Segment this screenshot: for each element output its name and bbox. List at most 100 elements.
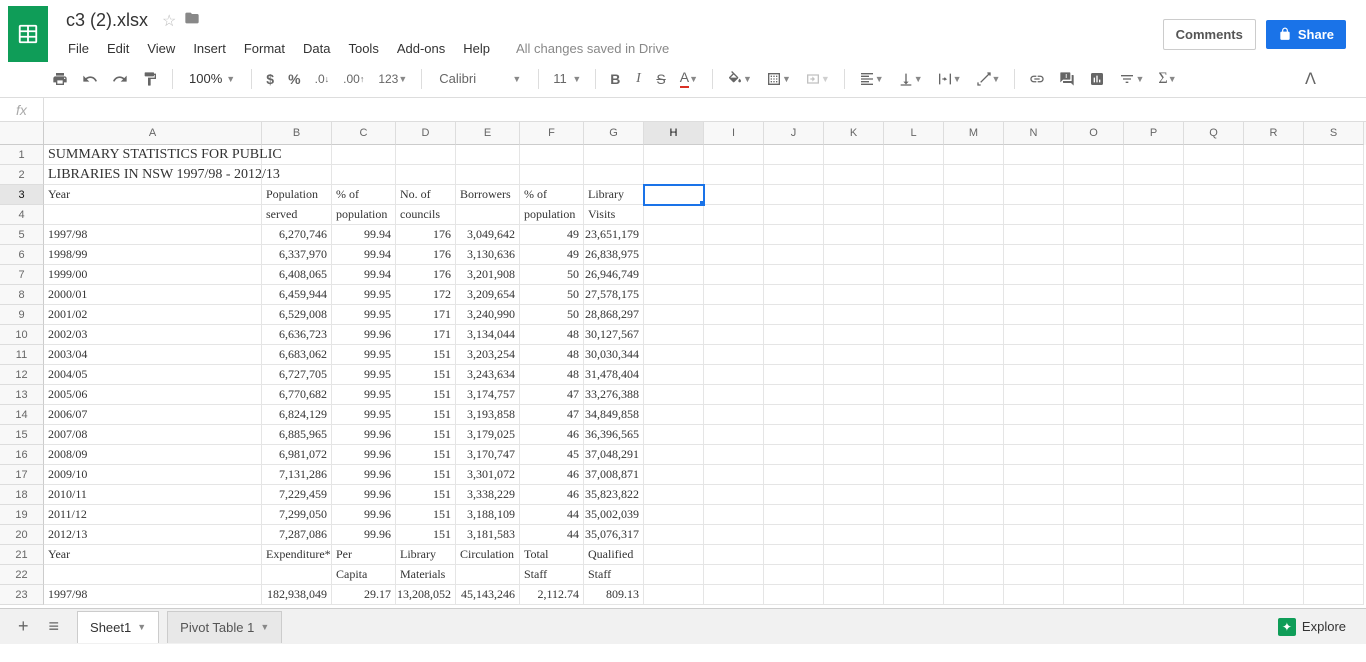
cell-Q4[interactable]	[1184, 205, 1244, 225]
cell-S10[interactable]	[1304, 325, 1364, 345]
cell-N12[interactable]	[1004, 365, 1064, 385]
cell-C16[interactable]: 99.96	[332, 445, 396, 465]
cell-G20[interactable]: 35,076,317	[584, 525, 644, 545]
cell-O3[interactable]	[1064, 185, 1124, 205]
cell-A13[interactable]: 2005/06	[44, 385, 262, 405]
row-header[interactable]: 15	[0, 425, 44, 445]
cell-H20[interactable]	[644, 525, 704, 545]
cell-B20[interactable]: 7,287,086	[262, 525, 332, 545]
cell-K10[interactable]	[824, 325, 884, 345]
cell-Q14[interactable]	[1184, 405, 1244, 425]
cell-C3[interactable]: % of	[332, 185, 396, 205]
cell-G7[interactable]: 26,946,749	[584, 265, 644, 285]
cell-F22[interactable]: Staff	[520, 565, 584, 585]
cell-N17[interactable]	[1004, 465, 1064, 485]
cell-B13[interactable]: 6,770,682	[262, 385, 332, 405]
cell-B17[interactable]: 7,131,286	[262, 465, 332, 485]
cell-A14[interactable]: 2006/07	[44, 405, 262, 425]
cell-G2[interactable]	[584, 165, 644, 185]
cell-C15[interactable]: 99.96	[332, 425, 396, 445]
cell-G21[interactable]: Qualified	[584, 545, 644, 565]
cell-G3[interactable]: Library	[584, 185, 644, 205]
cell-K12[interactable]	[824, 365, 884, 385]
vertical-align-icon[interactable]: ▼	[892, 66, 929, 92]
cell-F3[interactable]: % of	[520, 185, 584, 205]
insert-comment-icon[interactable]	[1053, 66, 1081, 92]
cell-S8[interactable]	[1304, 285, 1364, 305]
cell-C23[interactable]: 29.17	[332, 585, 396, 605]
cell-R18[interactable]	[1244, 485, 1304, 505]
cell-N5[interactable]	[1004, 225, 1064, 245]
cell-Q15[interactable]	[1184, 425, 1244, 445]
cell-O18[interactable]	[1064, 485, 1124, 505]
cell-R9[interactable]	[1244, 305, 1304, 325]
row-header[interactable]: 1	[0, 145, 44, 165]
cell-G11[interactable]: 30,030,344	[584, 345, 644, 365]
cell-N10[interactable]	[1004, 325, 1064, 345]
cell-I1[interactable]	[704, 145, 764, 165]
cell-R8[interactable]	[1244, 285, 1304, 305]
cell-E15[interactable]: 3,179,025	[456, 425, 520, 445]
column-header-D[interactable]: D	[396, 122, 456, 145]
currency-icon[interactable]: $	[260, 66, 280, 92]
cell-L19[interactable]	[884, 505, 944, 525]
cell-O13[interactable]	[1064, 385, 1124, 405]
percent-icon[interactable]: %	[282, 66, 306, 92]
row-header[interactable]: 13	[0, 385, 44, 405]
cell-C1[interactable]	[332, 145, 396, 165]
cell-D15[interactable]: 151	[396, 425, 456, 445]
cell-A12[interactable]: 2004/05	[44, 365, 262, 385]
cell-E5[interactable]: 3,049,642	[456, 225, 520, 245]
menu-edit[interactable]: Edit	[99, 37, 137, 60]
cell-L17[interactable]	[884, 465, 944, 485]
column-header-H[interactable]: H	[644, 122, 704, 145]
cell-P11[interactable]	[1124, 345, 1184, 365]
cell-I2[interactable]	[704, 165, 764, 185]
cell-P5[interactable]	[1124, 225, 1184, 245]
cell-O21[interactable]	[1064, 545, 1124, 565]
cell-F12[interactable]: 48	[520, 365, 584, 385]
cell-Q22[interactable]	[1184, 565, 1244, 585]
cell-R19[interactable]	[1244, 505, 1304, 525]
cell-I13[interactable]	[704, 385, 764, 405]
cell-R2[interactable]	[1244, 165, 1304, 185]
cell-F10[interactable]: 48	[520, 325, 584, 345]
column-header-F[interactable]: F	[520, 122, 584, 145]
cell-A15[interactable]: 2007/08	[44, 425, 262, 445]
cell-M2[interactable]	[944, 165, 1004, 185]
row-header[interactable]: 11	[0, 345, 44, 365]
cell-H19[interactable]	[644, 505, 704, 525]
cell-E18[interactable]: 3,338,229	[456, 485, 520, 505]
cell-G4[interactable]: Visits	[584, 205, 644, 225]
cell-N9[interactable]	[1004, 305, 1064, 325]
cell-H5[interactable]	[644, 225, 704, 245]
cell-L13[interactable]	[884, 385, 944, 405]
cell-M18[interactable]	[944, 485, 1004, 505]
cell-M19[interactable]	[944, 505, 1004, 525]
cell-O16[interactable]	[1064, 445, 1124, 465]
row-header[interactable]: 16	[0, 445, 44, 465]
cell-Q6[interactable]	[1184, 245, 1244, 265]
cell-G6[interactable]: 26,838,975	[584, 245, 644, 265]
filter-icon[interactable]: ▼	[1113, 66, 1150, 92]
cell-Q3[interactable]	[1184, 185, 1244, 205]
cell-B23[interactable]: 182,938,049	[262, 585, 332, 605]
cell-R3[interactable]	[1244, 185, 1304, 205]
cell-K3[interactable]	[824, 185, 884, 205]
cell-H7[interactable]	[644, 265, 704, 285]
row-header[interactable]: 19	[0, 505, 44, 525]
cell-J12[interactable]	[764, 365, 824, 385]
print-icon[interactable]	[46, 66, 74, 92]
cell-S9[interactable]	[1304, 305, 1364, 325]
cell-M13[interactable]	[944, 385, 1004, 405]
cell-F19[interactable]: 44	[520, 505, 584, 525]
fill-color-icon[interactable]: ▼	[721, 66, 758, 92]
share-button[interactable]: Share	[1266, 20, 1346, 49]
paint-format-icon[interactable]	[136, 66, 164, 92]
cell-S18[interactable]	[1304, 485, 1364, 505]
cell-J20[interactable]	[764, 525, 824, 545]
cell-B22[interactable]	[262, 565, 332, 585]
cell-F21[interactable]: Total	[520, 545, 584, 565]
cell-B4[interactable]: served	[262, 205, 332, 225]
row-header[interactable]: 2	[0, 165, 44, 185]
